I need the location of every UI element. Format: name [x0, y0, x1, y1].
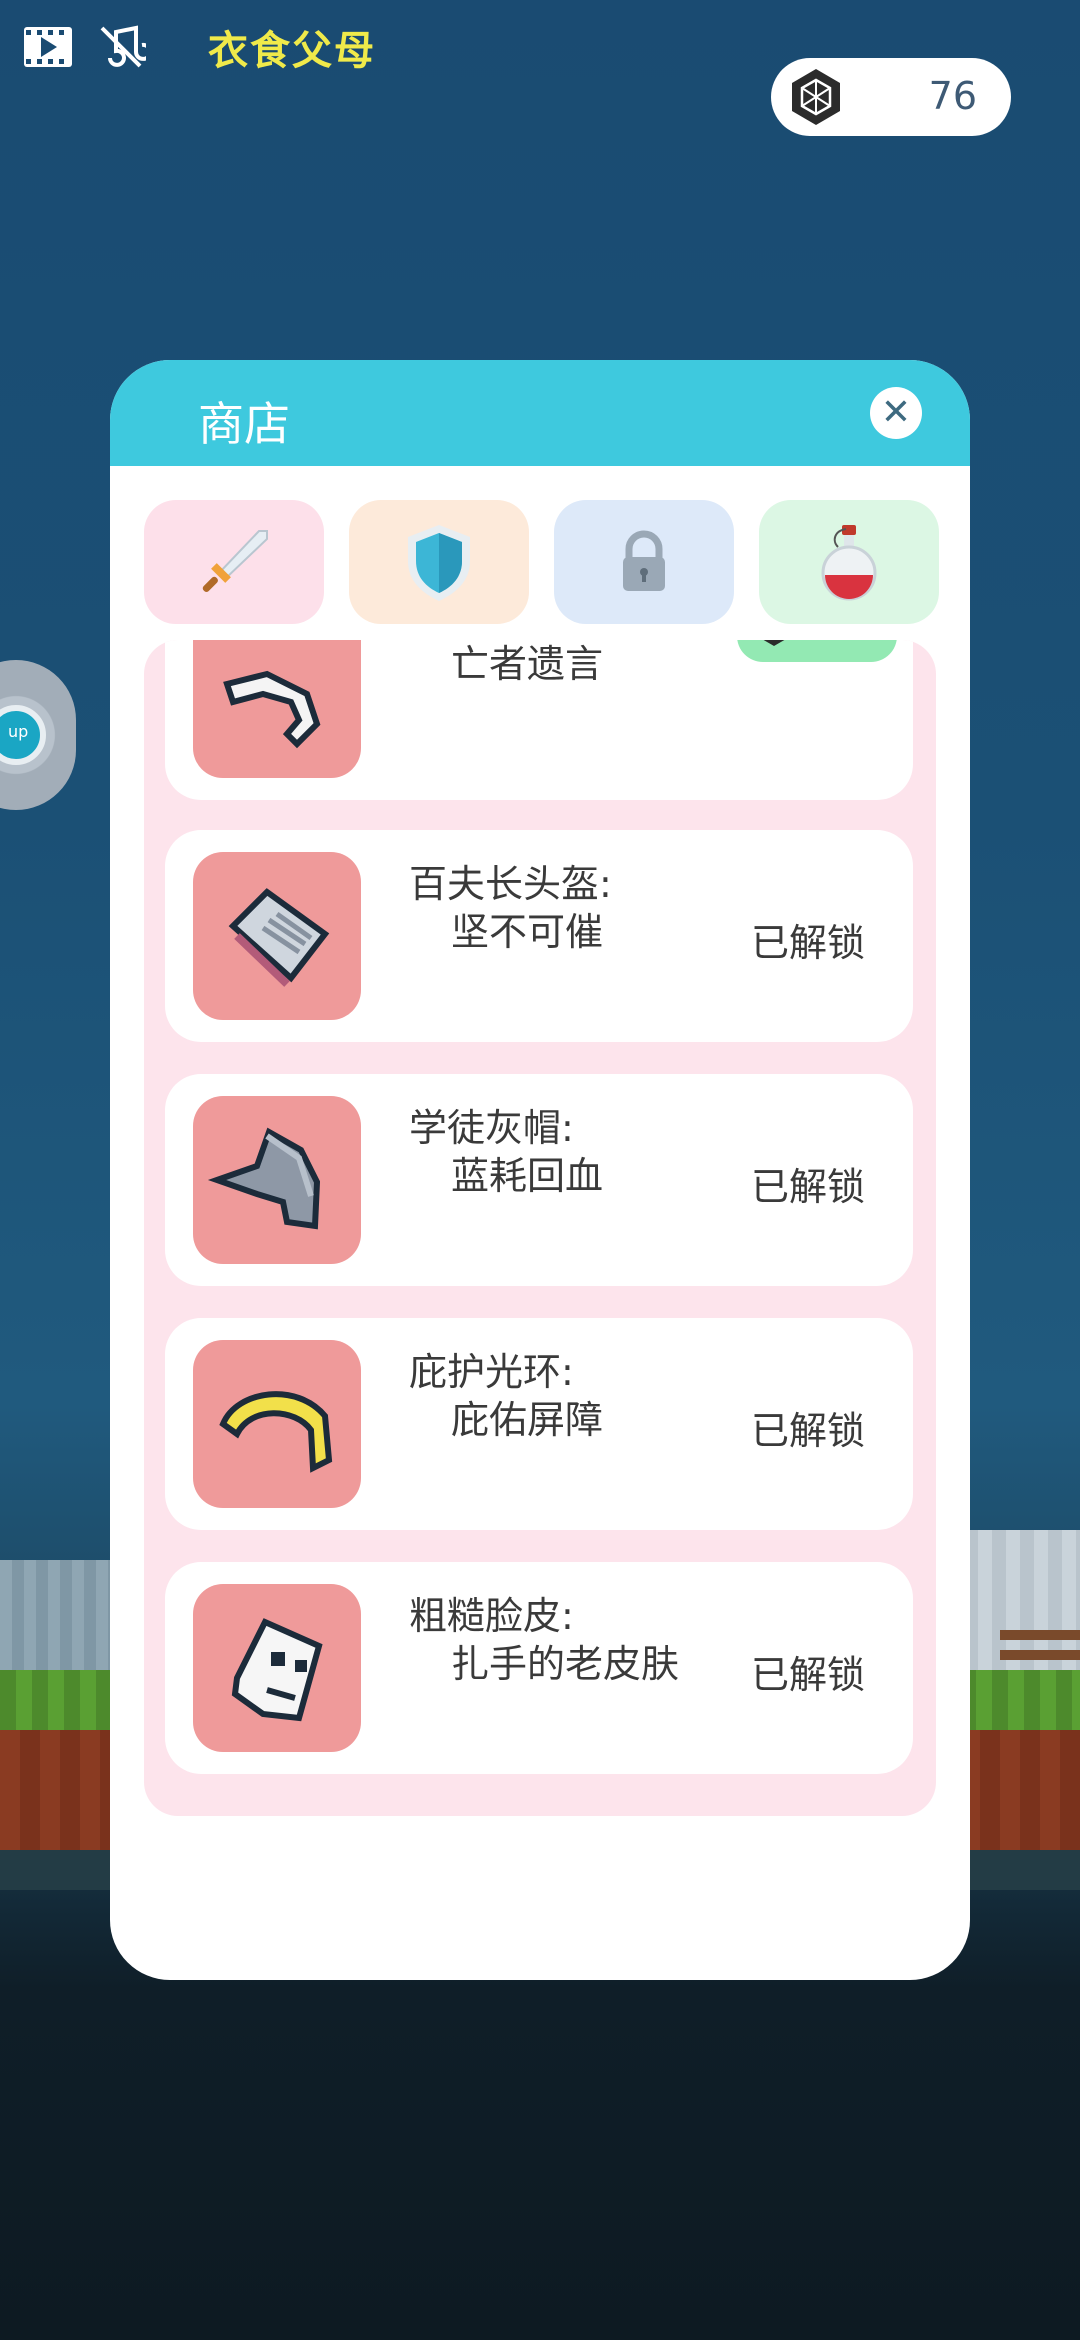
list-item[interactable]: 庇护光环: 庇佑屏障 已解锁 [165, 1318, 913, 1530]
item-price: 600 [801, 640, 877, 644]
lock-icon [623, 530, 665, 591]
shop-header: 商店 ✕ [110, 360, 970, 466]
item-thumbnail [193, 1584, 361, 1752]
item-thumbnail [193, 1096, 361, 1264]
list-item[interactable]: 学徒灰帽: 蓝耗回血 已解锁 [165, 1074, 913, 1286]
gem-icon [792, 69, 840, 125]
shop-title: 商店 [198, 397, 290, 451]
close-button[interactable]: ✕ [870, 387, 922, 439]
gem-balance: 76 [771, 58, 1011, 136]
item-name: 粗糙脸皮: 扎手的老皮肤 [409, 1592, 699, 1688]
music-muted-icon[interactable] [96, 22, 152, 72]
gem-icon [763, 640, 785, 646]
floating-side-button[interactable]: up [0, 660, 76, 810]
item-unlocked-status: 已解锁 [750, 1165, 865, 1209]
gray-hat-icon [207, 1127, 321, 1230]
shield-icon [408, 525, 470, 601]
item-unlocked-status: 已解锁 [750, 1409, 865, 1453]
item-thumbnail [193, 640, 361, 778]
tab-armor[interactable] [349, 500, 529, 624]
halo-icon [219, 1391, 333, 1473]
skull-mask-icon [231, 1618, 323, 1722]
list-item[interactable]: 粗糙脸皮: 扎手的老皮肤 已解锁 [165, 1562, 913, 1774]
item-description: 庇佑屏障 [451, 1398, 604, 1442]
list-item[interactable]: 亡者遗言 600 [165, 640, 913, 800]
tab-potions[interactable] [759, 500, 939, 624]
list-item[interactable]: 百夫长头盔: 坚不可催 已解锁 [165, 830, 913, 1042]
game-title: 衣食父母 [208, 28, 376, 74]
item-thumbnail [193, 852, 361, 1020]
tab-locked[interactable] [554, 500, 734, 624]
item-name: 庇护光环: 庇佑屏障 [409, 1348, 699, 1444]
item-description: 蓝耗回血 [451, 1154, 604, 1198]
item-name: 学徒灰帽: 蓝耗回血 [409, 1104, 699, 1200]
price-button[interactable]: 600 [737, 640, 897, 662]
item-unlocked-status: 已解锁 [750, 1653, 865, 1697]
item-description: 扎手的老皮肤 [451, 1642, 680, 1686]
shop-tabs [144, 500, 939, 624]
gem-count: 76 [928, 74, 977, 118]
item-description: 坚不可催 [451, 910, 604, 954]
item-unlocked-status: 已解锁 [750, 921, 865, 965]
sword-icon [202, 530, 268, 592]
background-fence [1000, 1630, 1080, 1670]
item-description: 亡者遗言 [451, 642, 604, 686]
item-name: 亡者遗言 [409, 640, 699, 688]
item-thumbnail [193, 1340, 361, 1508]
helmet-icon [228, 888, 330, 987]
video-ad-icon[interactable] [24, 22, 74, 72]
shop-item-list[interactable]: 亡者遗言 600 百夫长头盔: [144, 640, 936, 1816]
item-relic-icon [223, 670, 321, 749]
potion-icon [821, 525, 877, 601]
tab-weapons[interactable] [144, 500, 324, 624]
floating-button-label: up [8, 722, 29, 741]
shop-panel: 商店 ✕ 亡者遗言 百夫长头盔: 坚不可催 已解锁 学徒灰帽: 蓝耗回血 已解锁… [110, 360, 970, 1980]
item-name: 百夫长头盔: 坚不可催 [409, 860, 699, 956]
